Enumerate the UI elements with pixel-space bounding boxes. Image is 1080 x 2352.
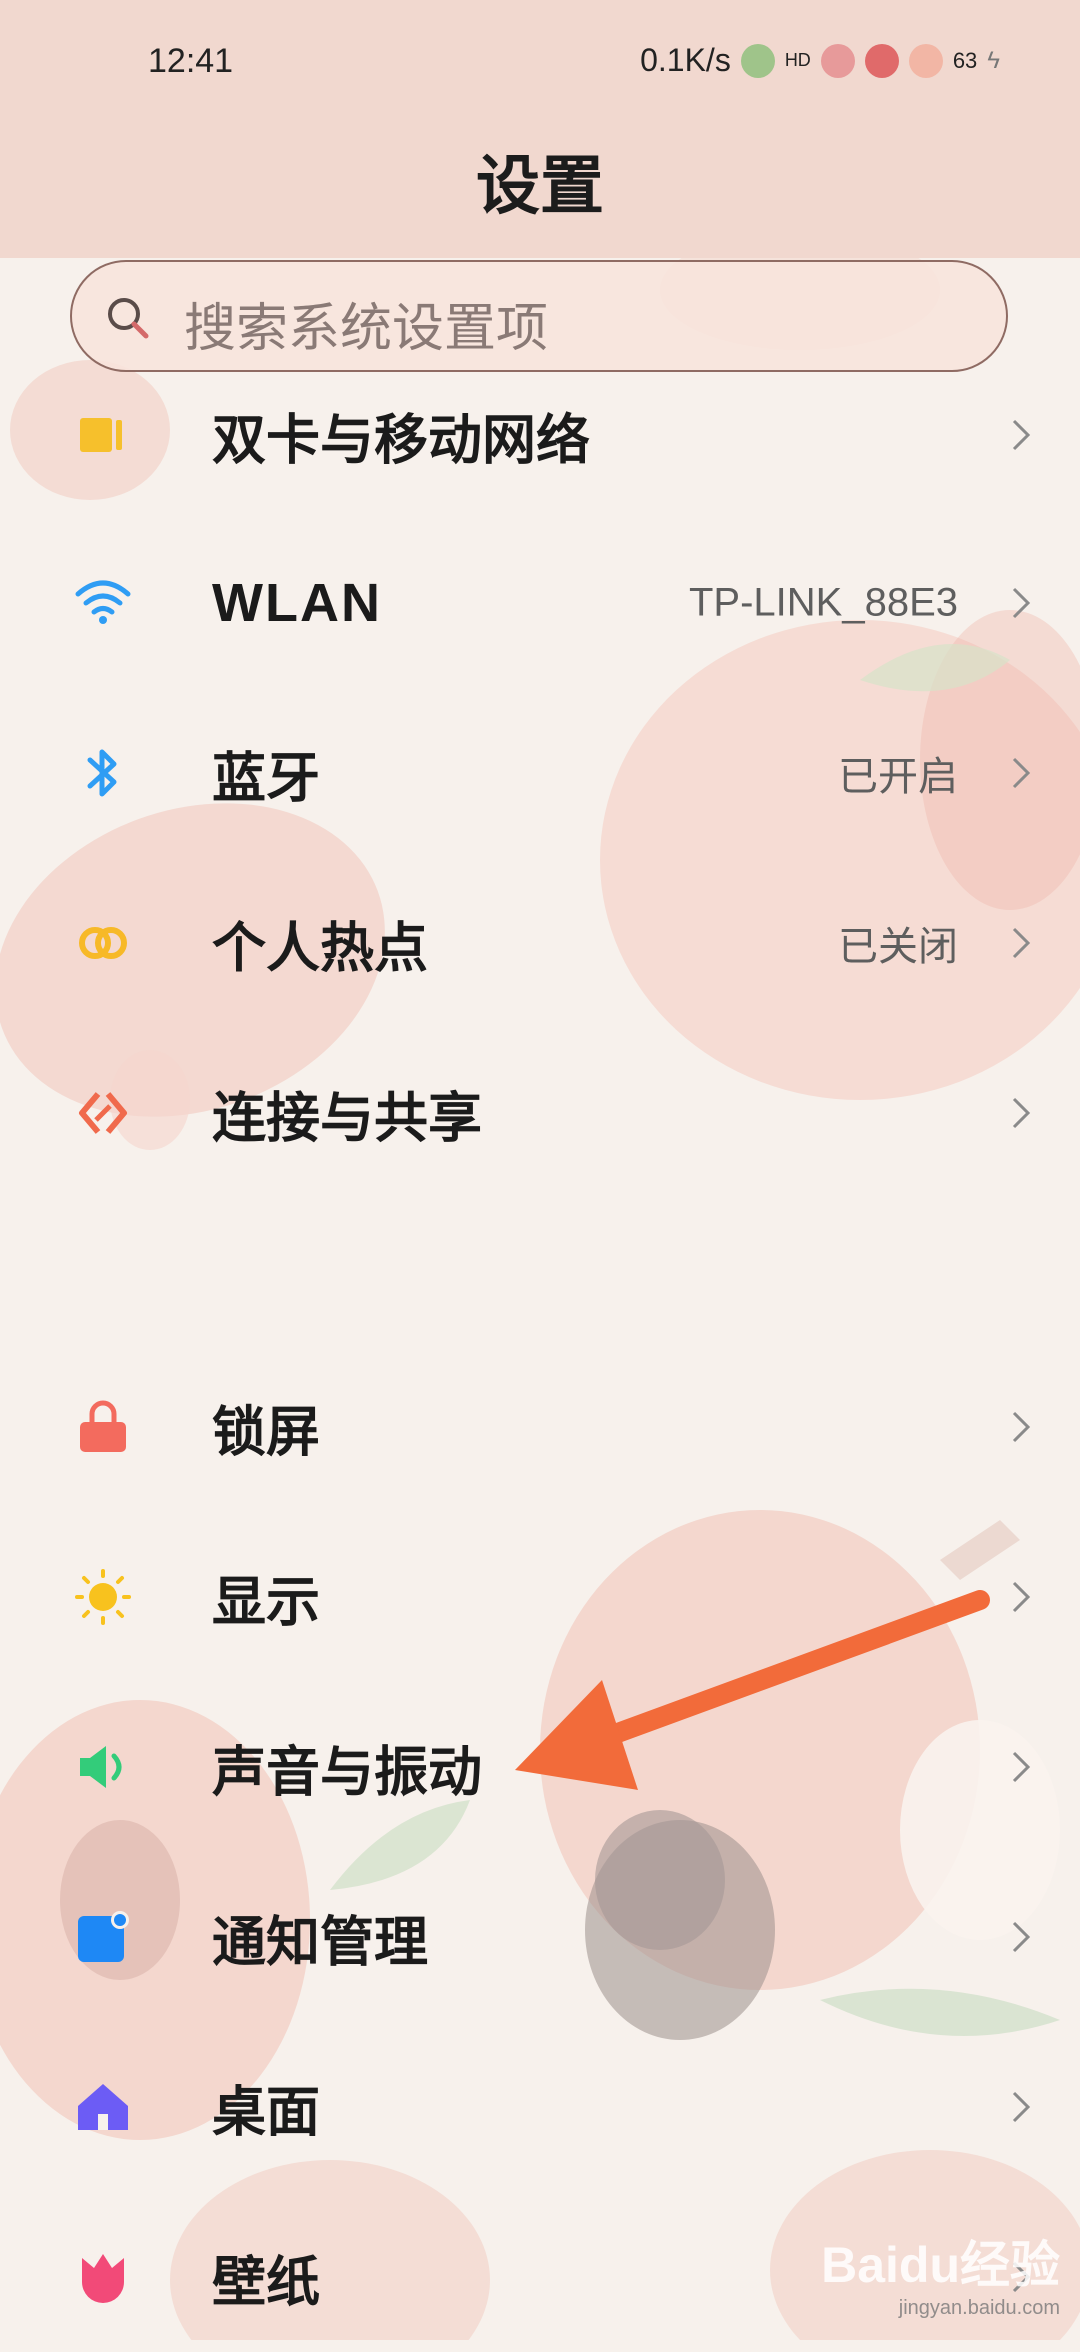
- annotation-arrow-icon: [515, 1590, 990, 1790]
- watermark-sub: jingyan.baidu.com: [898, 2297, 1060, 2319]
- baidu-watermark: Baidu经验 jingyan.baidu.com: [821, 2225, 1060, 2320]
- watermark-main: Baidu经验: [821, 2237, 1060, 2293]
